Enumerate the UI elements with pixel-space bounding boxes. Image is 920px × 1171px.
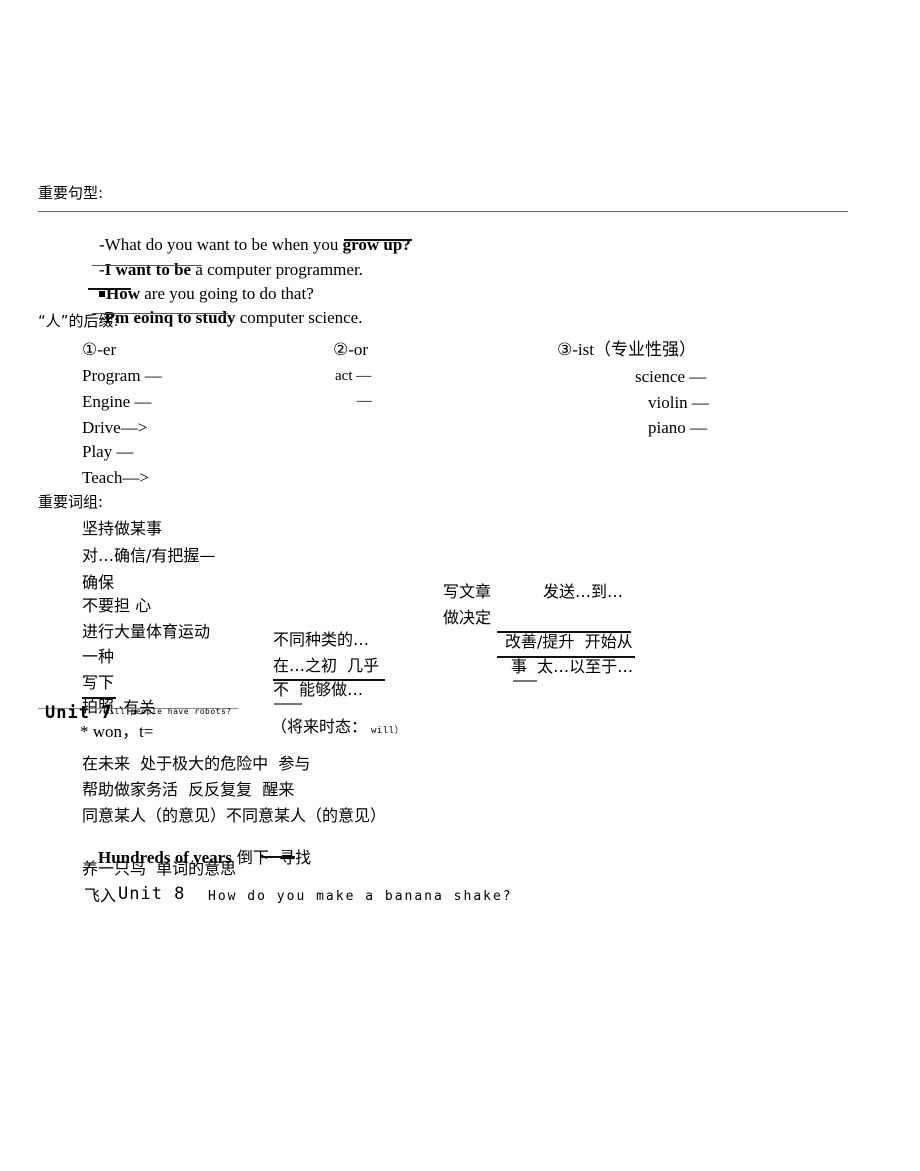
underline-grow-up xyxy=(344,239,412,241)
phrase-right-4: 事 太…以至于… xyxy=(511,657,634,676)
unit8-prefix: 飞入 xyxy=(84,886,117,905)
phrase-left-1: 对…确信/有把握— xyxy=(82,546,216,565)
suffix-col-3-item-1: violin — xyxy=(648,393,709,412)
suffix-col-3-item-2: piano — xyxy=(648,418,708,437)
suffix-col-2-item-1: — xyxy=(357,393,372,409)
phrase-right-3: 改善/提升 开始从 xyxy=(505,632,633,651)
suffix-col-1-item-1: Engine — xyxy=(82,392,152,411)
sentence-patterns-heading: 重要句型: xyxy=(38,184,104,202)
header-divider-rule xyxy=(38,211,848,212)
future-tense-word: will） xyxy=(371,726,405,736)
suffix-col-3-item-0: science — xyxy=(635,367,707,386)
phrase-right-2: 做决定 xyxy=(443,608,492,627)
person-suffix-heading: “人”的后缀: xyxy=(38,312,119,330)
suffix-col-2-label: ②-or xyxy=(333,340,369,359)
pattern-line-4-bold: Pm eoinq to study xyxy=(104,308,236,327)
pattern-line-4: -Pm eoinq to study computer science. xyxy=(82,292,362,343)
unit7-subtitle: Will people have robots? xyxy=(104,707,232,716)
phrase-right-0: 写文章 xyxy=(443,582,492,601)
phrase-mid-2: 不 能够做… xyxy=(273,680,364,699)
unit7-line-2: 同意某人（的意见）不同意某人（的意见） xyxy=(82,806,387,825)
unit7-line-1: 帮助做家务活 反反复复 醒来 xyxy=(82,780,295,799)
suffix-col-1-item-3: Play — xyxy=(82,442,134,461)
suffix-col-3-label-text: ③-ist（专业性强） xyxy=(557,340,696,359)
underline-xunzhao xyxy=(261,856,295,858)
unit7-after-line-0: 养一只鸟 单词的意思 xyxy=(82,859,237,878)
phrase-left-2: 确保 xyxy=(82,573,115,592)
unit7-label: Unit 7 xyxy=(45,703,113,723)
key-phrases-heading: 重要词组: xyxy=(38,493,104,511)
suffix-col-1-item-0: Program — xyxy=(82,366,162,385)
unit8-label: Unit 8 xyxy=(118,884,186,904)
suffix-col-3-label: ③-ist（专业性强） xyxy=(557,341,696,358)
phrase-left-4: 进行大量体育运动 xyxy=(82,622,211,641)
suffix-col-2-item-0: act — xyxy=(335,368,372,384)
suffix-col-1-item-2: Drive—> xyxy=(82,418,148,437)
underline-how xyxy=(88,288,131,290)
phrase-mid-1: 在…之初 几乎 xyxy=(273,656,380,675)
underline-i-want-to-be xyxy=(92,265,202,266)
unit8-subtitle: How do you make a banana shake? xyxy=(208,889,513,904)
phrase-mid-0: 不同种类的… xyxy=(273,630,370,649)
suffix-col-1-item-4: Teach—> xyxy=(82,468,149,487)
phrase-left-5: 一种 xyxy=(82,647,115,666)
phrase-right-1: 发送…到… xyxy=(543,582,624,601)
future-tense-note: （将来时态： xyxy=(271,717,368,736)
phrase-left-3: 不要担 心 xyxy=(82,596,152,615)
pattern-line-4-plain: computer science. xyxy=(235,308,363,327)
underline-bunenggou xyxy=(274,703,302,705)
underline-shi xyxy=(513,680,537,682)
phrase-left-6: 写下 xyxy=(82,673,115,692)
suffix-col-1-label: ①-er xyxy=(82,340,117,359)
scanned-page: 重要句型: -What do you want to be when you g… xyxy=(0,0,920,1171)
phrase-left-0: 坚持做某事 xyxy=(82,519,163,538)
unit7-line-0: 在未来 处于极大的危险中 参与 xyxy=(82,754,311,773)
unit7-note-star: * won，t= xyxy=(80,722,154,741)
